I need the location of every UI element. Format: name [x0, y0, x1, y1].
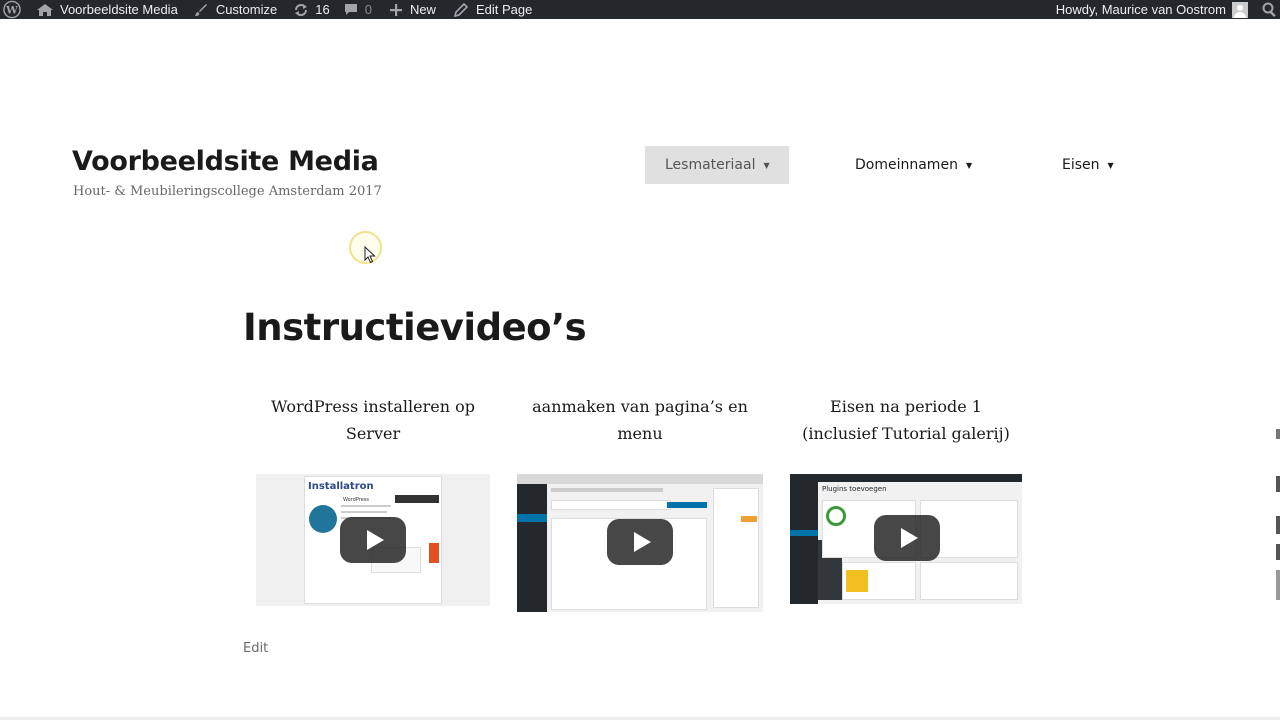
admin-bar-search[interactable] — [1262, 0, 1280, 19]
edge-fragment — [1276, 476, 1280, 492]
video-title-line: menu — [617, 424, 663, 443]
nav-item-label: Domeinnamen — [855, 157, 958, 173]
thumbnail-button — [667, 502, 707, 508]
play-button[interactable] — [874, 515, 940, 561]
thumbnail-sidebar-active — [517, 514, 547, 522]
plus-icon — [389, 3, 402, 16]
video-title-line: (inclusief Tutorial galerij) — [802, 424, 1010, 443]
edge-fragment — [1276, 429, 1280, 439]
thumbnail-sidebar-active — [790, 530, 818, 536]
caret-down-icon: ▼ — [1107, 160, 1114, 170]
video-title-line: WordPress installeren op — [271, 397, 475, 416]
play-button[interactable] — [607, 519, 673, 565]
thumbnail-browser-bar — [517, 474, 763, 484]
thumbnail-plugin-card — [920, 562, 1018, 600]
admin-bar-new-label: New — [409, 2, 436, 17]
search-icon — [1262, 2, 1278, 18]
pencil-icon — [453, 2, 468, 17]
video-title-1: WordPress installeren op Server — [256, 393, 490, 447]
svg-text:W: W — [5, 4, 18, 16]
caret-down-icon: ▼ — [763, 160, 770, 170]
updates-count: 16 — [315, 2, 330, 17]
admin-bar-edit-page-label: Edit Page — [475, 2, 533, 17]
thumbnail-publish-box — [713, 488, 759, 608]
admin-bar-customize[interactable]: Customize — [194, 0, 277, 19]
page-title: Instructievideo’s — [243, 306, 587, 349]
video-title-2: aanmaken van pagina’s en menu — [517, 393, 763, 447]
thumbnail-sidebar — [517, 484, 547, 612]
admin-bar-comments[interactable]: 0 — [344, 0, 372, 19]
admin-bar-new[interactable]: New — [389, 0, 436, 19]
nav-item-lesmateriaal[interactable]: Lesmateriaal ▼ — [645, 146, 789, 184]
thumbnail-title-field — [551, 500, 671, 510]
nav-item-label: Lesmateriaal — [665, 157, 756, 173]
edge-fragment — [1276, 516, 1280, 534]
nav-item-eisen[interactable]: Eisen ▼ — [1062, 146, 1114, 184]
video-title-line: aanmaken van pagina’s en — [532, 397, 748, 416]
caret-down-icon: ▼ — [965, 160, 973, 170]
admin-bar-site-name: Voorbeeldsite Media — [60, 2, 178, 17]
site-title[interactable]: Voorbeeldsite Media — [72, 146, 379, 177]
video-title-line: Eisen na periode 1 — [830, 397, 982, 416]
nav-item-domeinnamen[interactable]: Domeinnamen ▼ — [855, 146, 972, 184]
admin-bar-left: W Voorbeeldsite Media Customize 16 0 New… — [0, 0, 532, 19]
avatar — [1232, 1, 1248, 18]
thumbnail-sidebar — [790, 482, 818, 604]
updates-icon — [293, 3, 309, 17]
paintbrush-icon — [194, 3, 208, 17]
edit-link[interactable]: Edit — [243, 641, 268, 656]
nav-item-label: Eisen — [1062, 157, 1100, 173]
thumbnail-caption: Installatron — [308, 481, 374, 492]
edge-fragment — [1276, 544, 1280, 560]
thumbnail-line — [341, 505, 391, 507]
video-embed-2[interactable] — [517, 474, 763, 612]
edge-fragment — [1276, 570, 1280, 600]
admin-bar: W Voorbeeldsite Media Customize 16 0 New… — [0, 0, 1280, 19]
howdy-text: Howdy, Maurice van Oostrom — [1055, 2, 1226, 17]
thumbnail-button — [741, 516, 757, 522]
admin-bar-edit-page[interactable]: Edit Page — [453, 0, 533, 19]
play-button[interactable] — [340, 517, 406, 563]
mouse-cursor-icon — [364, 245, 376, 269]
admin-bar-updates[interactable]: 16 — [293, 0, 330, 19]
admin-bar-my-account[interactable]: Howdy, Maurice van Oostrom — [1056, 0, 1248, 19]
thumbnail-caption: Plugins toevoegen — [822, 485, 887, 493]
admin-bar-customize-label: Customize — [215, 2, 278, 17]
plugin-logo-icon — [846, 570, 868, 592]
thumbnail-tooltip — [395, 495, 439, 503]
video-title-3: Eisen na periode 1 (inclusief Tutorial g… — [790, 393, 1022, 447]
admin-bar-right: Howdy, Maurice van Oostrom — [1056, 0, 1280, 19]
home-icon — [36, 3, 54, 17]
video-embed-1[interactable]: Installatron WordPress — [256, 474, 490, 606]
video-embed-3[interactable]: Plugins toevoegen — [790, 474, 1022, 604]
comments-count: 0 — [364, 2, 372, 17]
admin-bar-site-link[interactable]: Voorbeeldsite Media — [36, 0, 178, 19]
wordpress-logo-icon — [309, 505, 337, 533]
wordpress-logo-icon[interactable]: W — [2, 0, 22, 19]
video-title-line: Server — [345, 424, 401, 443]
plugin-logo-icon — [826, 506, 846, 526]
thumbnail-accent — [429, 543, 439, 563]
thumbnail-admin-bar — [790, 474, 1022, 482]
thumbnail-line — [341, 511, 387, 513]
comment-icon — [344, 3, 358, 16]
site-description: Hout- & Meubileringscollege Amsterdam 20… — [73, 184, 382, 199]
thumbnail-subcaption: WordPress — [343, 497, 370, 503]
thumbnail-line — [551, 488, 663, 492]
